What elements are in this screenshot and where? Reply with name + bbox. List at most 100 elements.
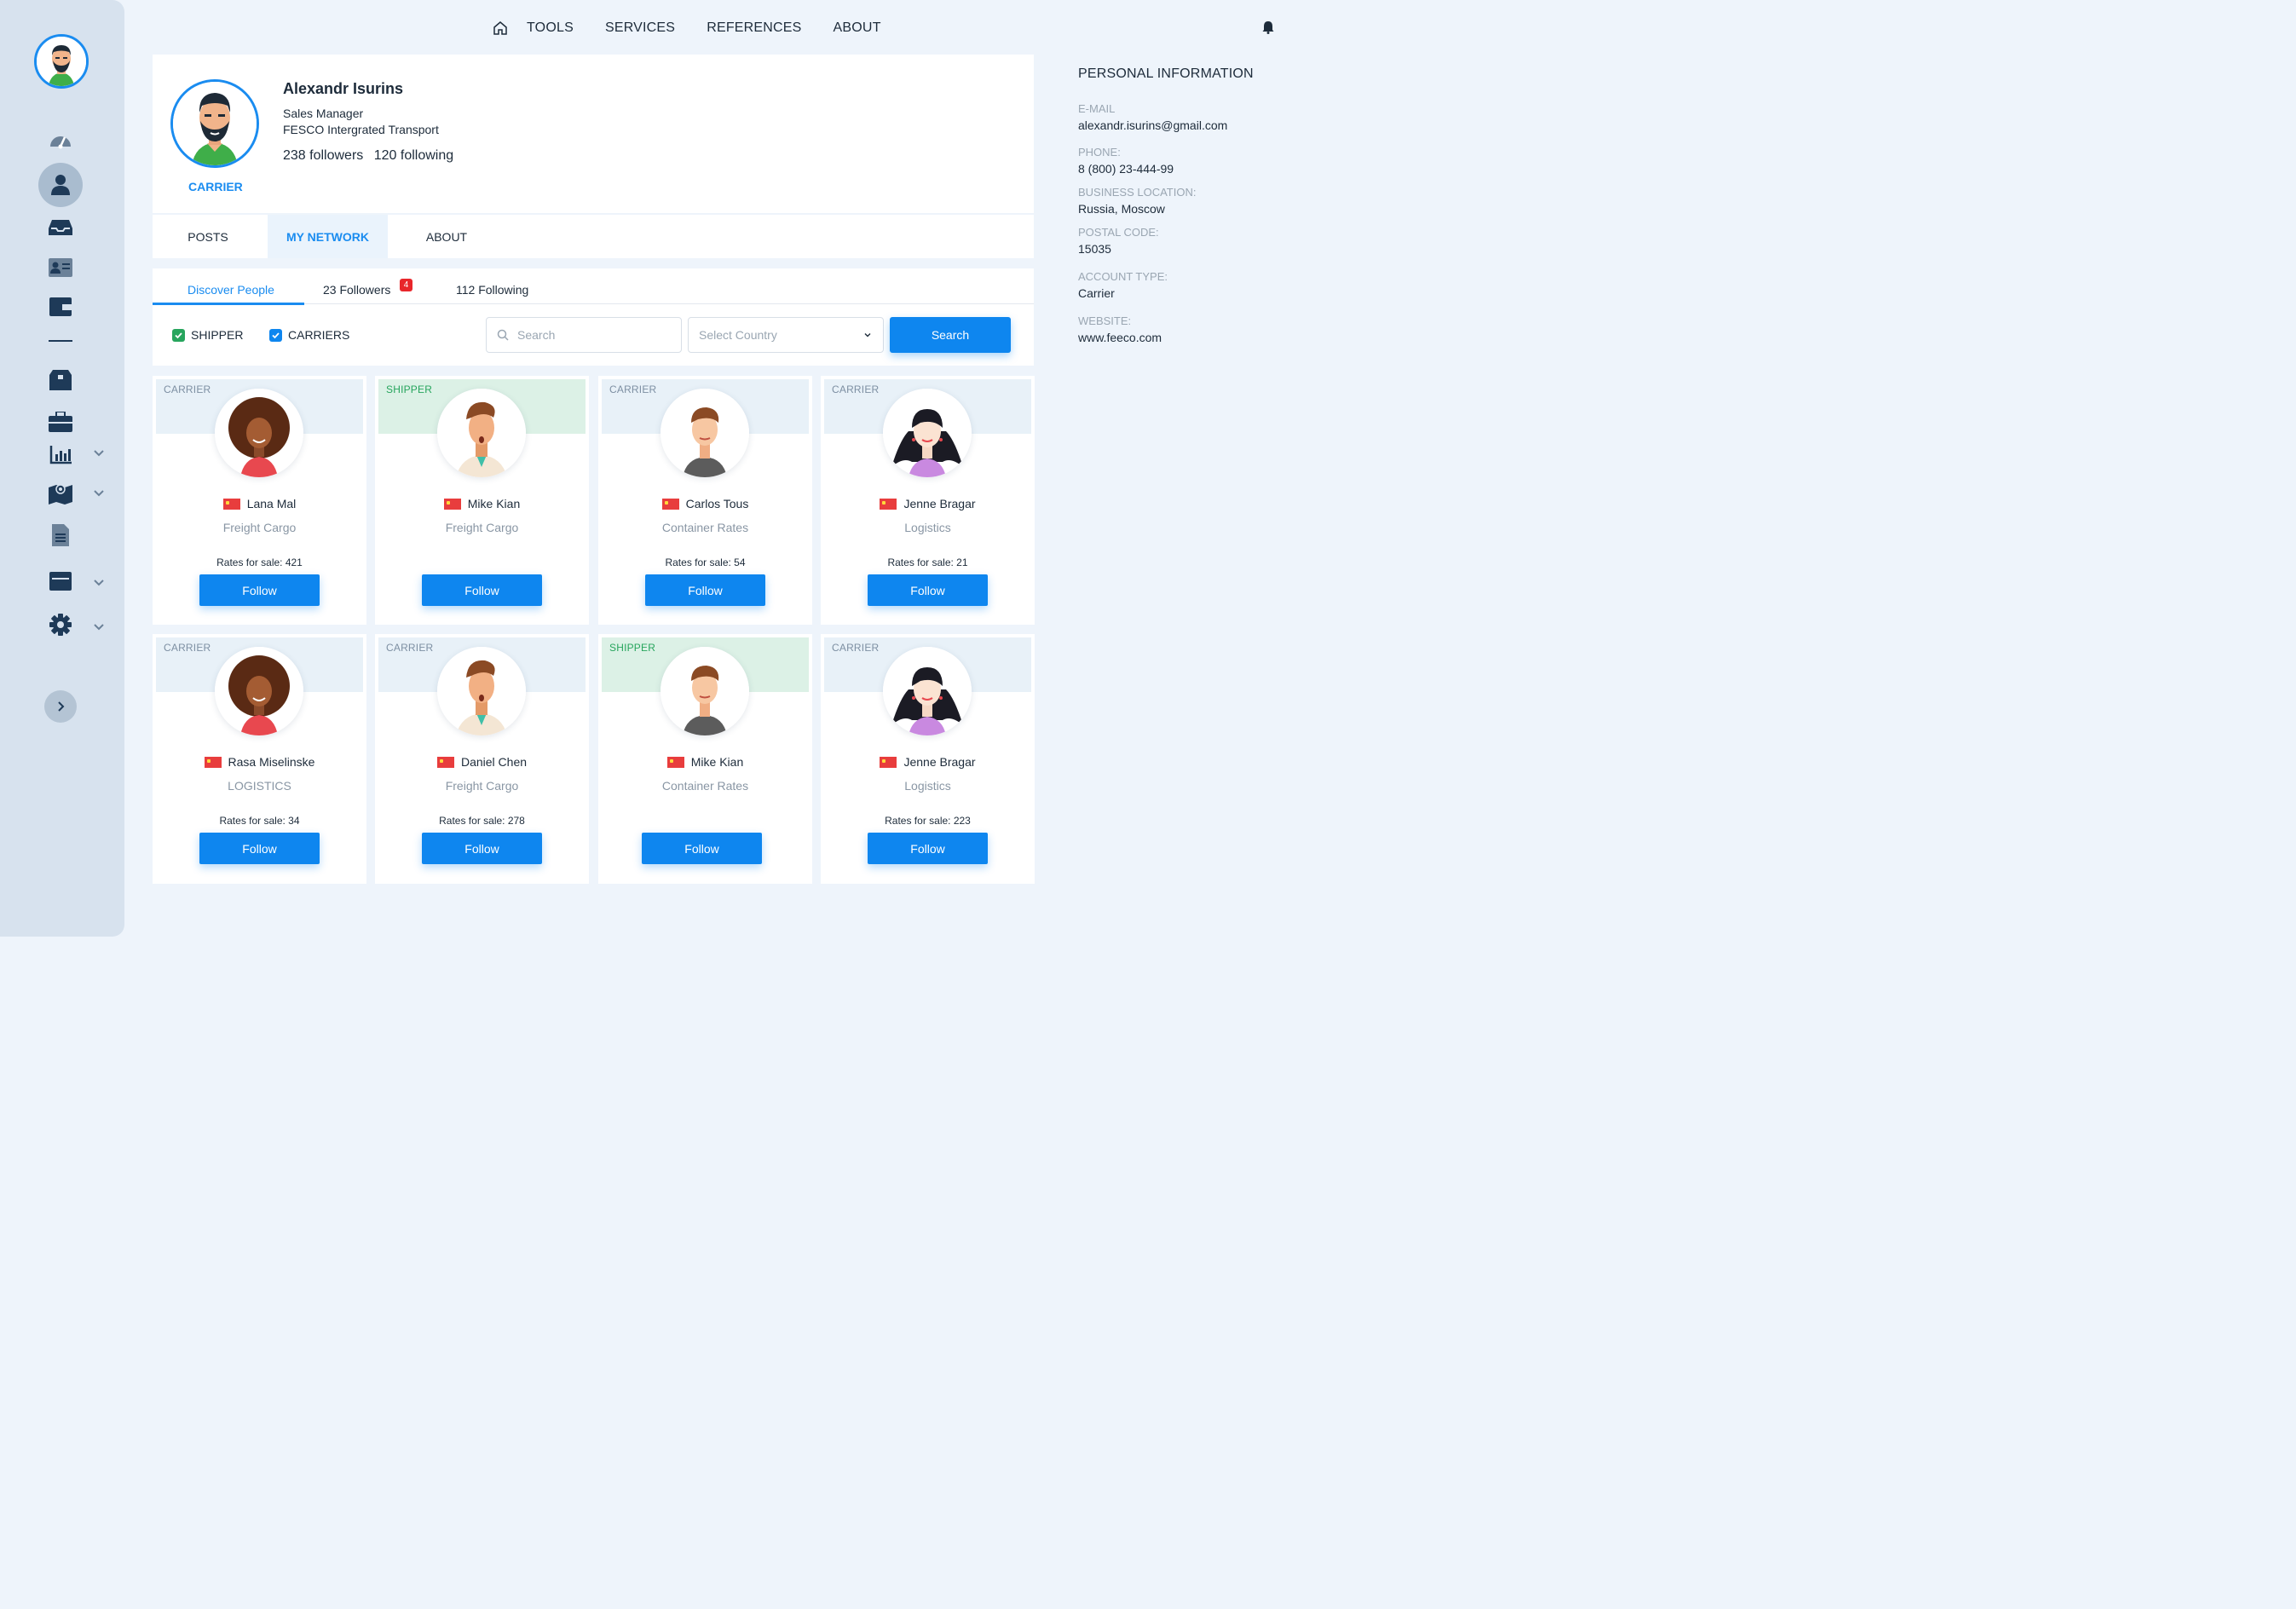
person-avatar[interactable] xyxy=(215,647,303,735)
search-input[interactable]: Search xyxy=(486,317,682,353)
dashboard-icon[interactable] xyxy=(49,128,72,152)
person-name[interactable]: Mike Kian xyxy=(691,755,743,769)
profile-tabs: POSTS MY NETWORK ABOUT xyxy=(153,215,1034,258)
search-button[interactable]: Search xyxy=(890,317,1011,353)
person-name[interactable]: Lana Mal xyxy=(247,497,297,510)
subtab-following[interactable]: 112 Following xyxy=(456,283,528,297)
profile-name: Alexandr Isurins xyxy=(283,80,404,97)
follow-button[interactable]: Follow xyxy=(645,574,765,606)
country-select[interactable]: Select Country xyxy=(688,317,884,353)
follow-button[interactable]: Follow xyxy=(422,574,542,606)
package-icon[interactable] xyxy=(49,368,72,392)
wallet-icon[interactable] xyxy=(49,295,72,319)
chevron-down-icon[interactable] xyxy=(92,576,106,590)
person-name-row: Rasa Miselinske xyxy=(153,755,366,769)
person-avatar[interactable] xyxy=(437,647,526,735)
map-icon[interactable] xyxy=(49,482,72,505)
person-name-row: Carlos Tous xyxy=(598,497,812,510)
browser-window-icon[interactable] xyxy=(49,569,72,593)
subtab-discover-people[interactable]: Discover People xyxy=(187,283,274,297)
profile-stats: 238 followers 120 following xyxy=(283,148,460,164)
filter-shipper-label: SHIPPER xyxy=(191,328,244,342)
chevron-down-icon xyxy=(864,333,871,337)
contact-card-icon[interactable] xyxy=(49,256,72,280)
person-category: Freight Cargo xyxy=(445,521,519,534)
email-value[interactable]: alexandr.isurins@gmail.com xyxy=(1078,118,1227,132)
person-name[interactable]: Carlos Tous xyxy=(686,497,749,510)
card-type-label: SHIPPER xyxy=(386,384,433,395)
profile-company: FESCO Intergrated Transport xyxy=(283,123,439,136)
person-card: CARRIER Jenne Bragar Logistics Rates for sa… xyxy=(821,376,1035,625)
follow-button[interactable]: Follow xyxy=(868,833,988,864)
phone-value: 8 (800) 23-444-99 xyxy=(1078,162,1174,176)
rates-for-sale: Rates for sale: 54 xyxy=(665,557,746,568)
document-icon[interactable] xyxy=(49,523,72,547)
follow-button[interactable]: Follow xyxy=(422,833,542,864)
phone-label: PHONE: xyxy=(1078,146,1121,159)
nav-link-tools[interactable]: TOOLS xyxy=(527,20,574,36)
person-avatar[interactable] xyxy=(437,389,526,477)
rates-for-sale: Rates for sale: 421 xyxy=(216,557,303,568)
email-label: E-MAIL xyxy=(1078,102,1116,115)
tab-about[interactable]: ABOUT xyxy=(391,215,502,258)
following-count[interactable]: 120 following xyxy=(374,148,453,163)
inbox-icon[interactable] xyxy=(49,216,72,239)
flag-icon xyxy=(443,498,461,510)
sidebar xyxy=(0,0,124,937)
person-name-row: Jenne Bragar xyxy=(821,497,1035,510)
follow-button[interactable]: Follow xyxy=(868,574,988,606)
person-avatar[interactable] xyxy=(883,389,972,477)
rates-for-sale: Rates for sale: 21 xyxy=(887,557,968,568)
user-avatar[interactable] xyxy=(34,34,89,89)
person-category: Freight Cargo xyxy=(222,521,297,534)
flag-icon xyxy=(222,498,240,510)
follow-button[interactable]: Follow xyxy=(199,574,320,606)
flag-icon xyxy=(880,498,897,510)
person-avatar[interactable] xyxy=(661,647,749,735)
person-avatar[interactable] xyxy=(661,389,749,477)
nav-link-about[interactable]: ABOUT xyxy=(834,20,881,36)
subtab-followers[interactable]: 23 Followers xyxy=(323,283,390,297)
card-type-label: CARRIER xyxy=(832,642,880,654)
sidebar-expand-button[interactable] xyxy=(44,690,77,723)
home-icon[interactable] xyxy=(493,20,508,36)
chevron-down-icon[interactable] xyxy=(92,447,106,460)
active-subtab-underline xyxy=(153,303,304,305)
person-category: LOGISTICS xyxy=(228,779,291,793)
checkbox-checked-icon xyxy=(269,328,282,342)
analytics-icon[interactable] xyxy=(49,443,72,467)
person-name[interactable]: Rasa Miselinske xyxy=(228,755,315,769)
person-category: Container Rates xyxy=(661,521,749,534)
chevron-down-icon[interactable] xyxy=(92,487,106,500)
nav-link-services[interactable]: SERVICES xyxy=(605,20,675,36)
chevron-down-icon[interactable] xyxy=(92,620,106,634)
briefcase-icon[interactable] xyxy=(49,410,72,434)
tab-my-network[interactable]: MY NETWORK xyxy=(268,215,388,258)
person-name[interactable]: Mike Kian xyxy=(468,497,520,510)
person-name[interactable]: Daniel Chen xyxy=(461,755,527,769)
person-name[interactable]: Jenne Bragar xyxy=(903,755,975,769)
profile-icon[interactable] xyxy=(49,172,72,196)
gear-icon[interactable] xyxy=(49,613,72,637)
account-type-label: ACCOUNT TYPE: xyxy=(1078,270,1168,283)
tab-posts[interactable]: POSTS xyxy=(153,215,263,258)
follow-button[interactable]: Follow xyxy=(642,833,762,864)
person-avatar[interactable] xyxy=(883,647,972,735)
rates-for-sale: Rates for sale: 278 xyxy=(439,815,525,827)
notification-bell-icon[interactable] xyxy=(1262,20,1274,34)
card-type-label: CARRIER xyxy=(164,384,211,395)
person-card: CARRIER Lana Mal Freight Cargo Rates for sa… xyxy=(153,376,366,625)
person-name-row: Daniel Chen xyxy=(375,755,589,769)
search-icon xyxy=(497,329,509,341)
nav-link-references[interactable]: REFERENCES xyxy=(707,20,801,36)
website-value[interactable]: www.feeco.com xyxy=(1078,331,1162,344)
filter-carriers-label: CARRIERS xyxy=(288,328,350,342)
card-type-label: CARRIER xyxy=(386,642,434,654)
followers-count[interactable]: 238 followers xyxy=(283,148,363,163)
person-avatar[interactable] xyxy=(215,389,303,477)
person-name[interactable]: Jenne Bragar xyxy=(903,497,975,510)
person-category: Logistics xyxy=(904,779,951,793)
follow-button[interactable]: Follow xyxy=(199,833,320,864)
filter-carriers-checkbox[interactable]: CARRIERS xyxy=(269,328,349,342)
filter-shipper-checkbox[interactable]: SHIPPER xyxy=(172,328,243,342)
